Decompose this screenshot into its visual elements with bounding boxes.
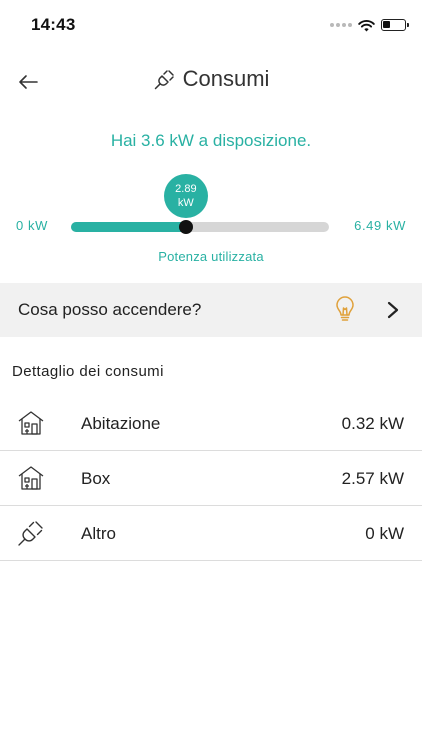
power-track [71, 222, 329, 232]
consumption-row-altro[interactable]: Altro 0 kW [0, 506, 422, 561]
available-power-text: Hai 3.6 kW a disposizione. [110, 131, 312, 150]
battery-icon [381, 19, 409, 31]
signal-dots-icon [330, 23, 352, 27]
page-title: Consumi [182, 66, 270, 91]
scale-min-label: 0 kW [16, 218, 49, 233]
scale-max-label: 6.49 kW [354, 218, 406, 233]
house-icon [18, 411, 44, 435]
used-power-value: 2.89 [175, 183, 197, 195]
header: Consumi [0, 60, 422, 104]
what-can-i-turn-on-label: Cosa posso accendere? [18, 300, 202, 319]
plug-icon [18, 521, 43, 546]
used-power-label: Potenza utilizzata [158, 249, 264, 264]
chevron-right-icon [387, 301, 399, 319]
power-fill [71, 222, 186, 232]
status-icons [330, 17, 409, 33]
status-time: 14:43 [31, 15, 76, 34]
status-bar: 14:43 [0, 0, 422, 52]
lightbulb-icon [336, 296, 354, 321]
consumption-label: Box [81, 469, 111, 488]
consumption-value: 0.32 kW [341, 414, 404, 433]
consumption-value: 2.57 kW [341, 469, 404, 488]
plug-icon [154, 70, 174, 90]
consumption-value: 0 kW [365, 524, 404, 543]
power-thumb [178, 220, 193, 234]
consumption-label: Altro [81, 524, 116, 543]
house-icon [18, 466, 44, 490]
consumption-row-box[interactable]: Box 2.57 kW [0, 451, 422, 506]
consumption-detail-title: Dettaglio dei consumi [12, 363, 164, 380]
consumption-label: Abitazione [81, 414, 161, 433]
consumption-row-abitazione[interactable]: Abitazione 0.32 kW [0, 396, 422, 451]
wifi-icon [358, 19, 375, 31]
what-can-i-turn-on-row[interactable]: Cosa posso accendere? [0, 283, 422, 337]
power-gauge: 0 kW 6.49 kW 2.89 kW Potenza utilizzata [0, 172, 422, 272]
header-title-group: Consumi [0, 66, 422, 92]
consumption-list: Abitazione 0.32 kW Box 2.57 kW Altro 0 k… [0, 396, 422, 561]
used-power-unit: kW [177, 197, 194, 209]
used-power-bubble: 2.89 kW [163, 174, 208, 218]
